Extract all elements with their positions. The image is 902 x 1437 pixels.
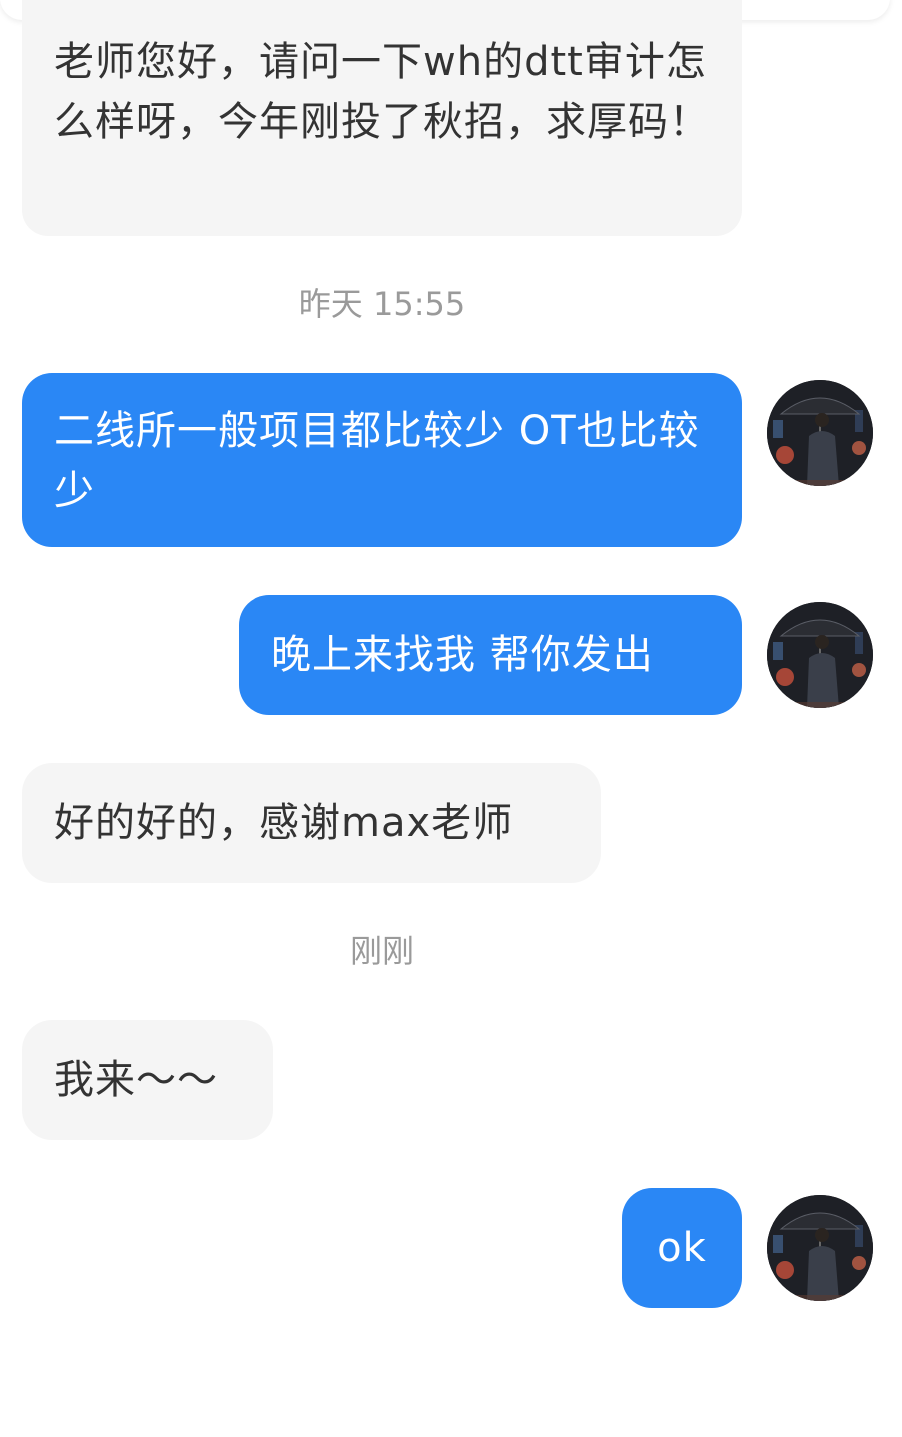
- outgoing-message-bubble[interactable]: 晚上来找我 帮你发出: [239, 595, 742, 715]
- user-avatar[interactable]: [767, 602, 873, 708]
- timestamp: 昨天 15:55: [298, 285, 466, 323]
- user-avatar[interactable]: [767, 380, 873, 486]
- timestamp: 刚刚: [349, 932, 414, 970]
- incoming-message-bubble[interactable]: 好的好的，感谢max老师: [22, 763, 601, 883]
- incoming-message-bubble[interactable]: 我来～～: [22, 1020, 273, 1140]
- user-avatar-man-with-umbrella-icon: [767, 1195, 873, 1301]
- user-avatar-man-with-umbrella-icon: [767, 380, 873, 486]
- incoming-message-bubble[interactable]: 老师您好，请问一下wh的dtt审计怎么样呀，今年刚投了秋招，求厚码！: [22, 0, 742, 236]
- outgoing-message-bubble[interactable]: 二线所一般项目都比较少 OT也比较少: [22, 373, 742, 547]
- outgoing-message-bubble[interactable]: ok: [622, 1188, 742, 1308]
- user-avatar-man-with-umbrella-icon: [767, 602, 873, 708]
- user-avatar[interactable]: [767, 1195, 873, 1301]
